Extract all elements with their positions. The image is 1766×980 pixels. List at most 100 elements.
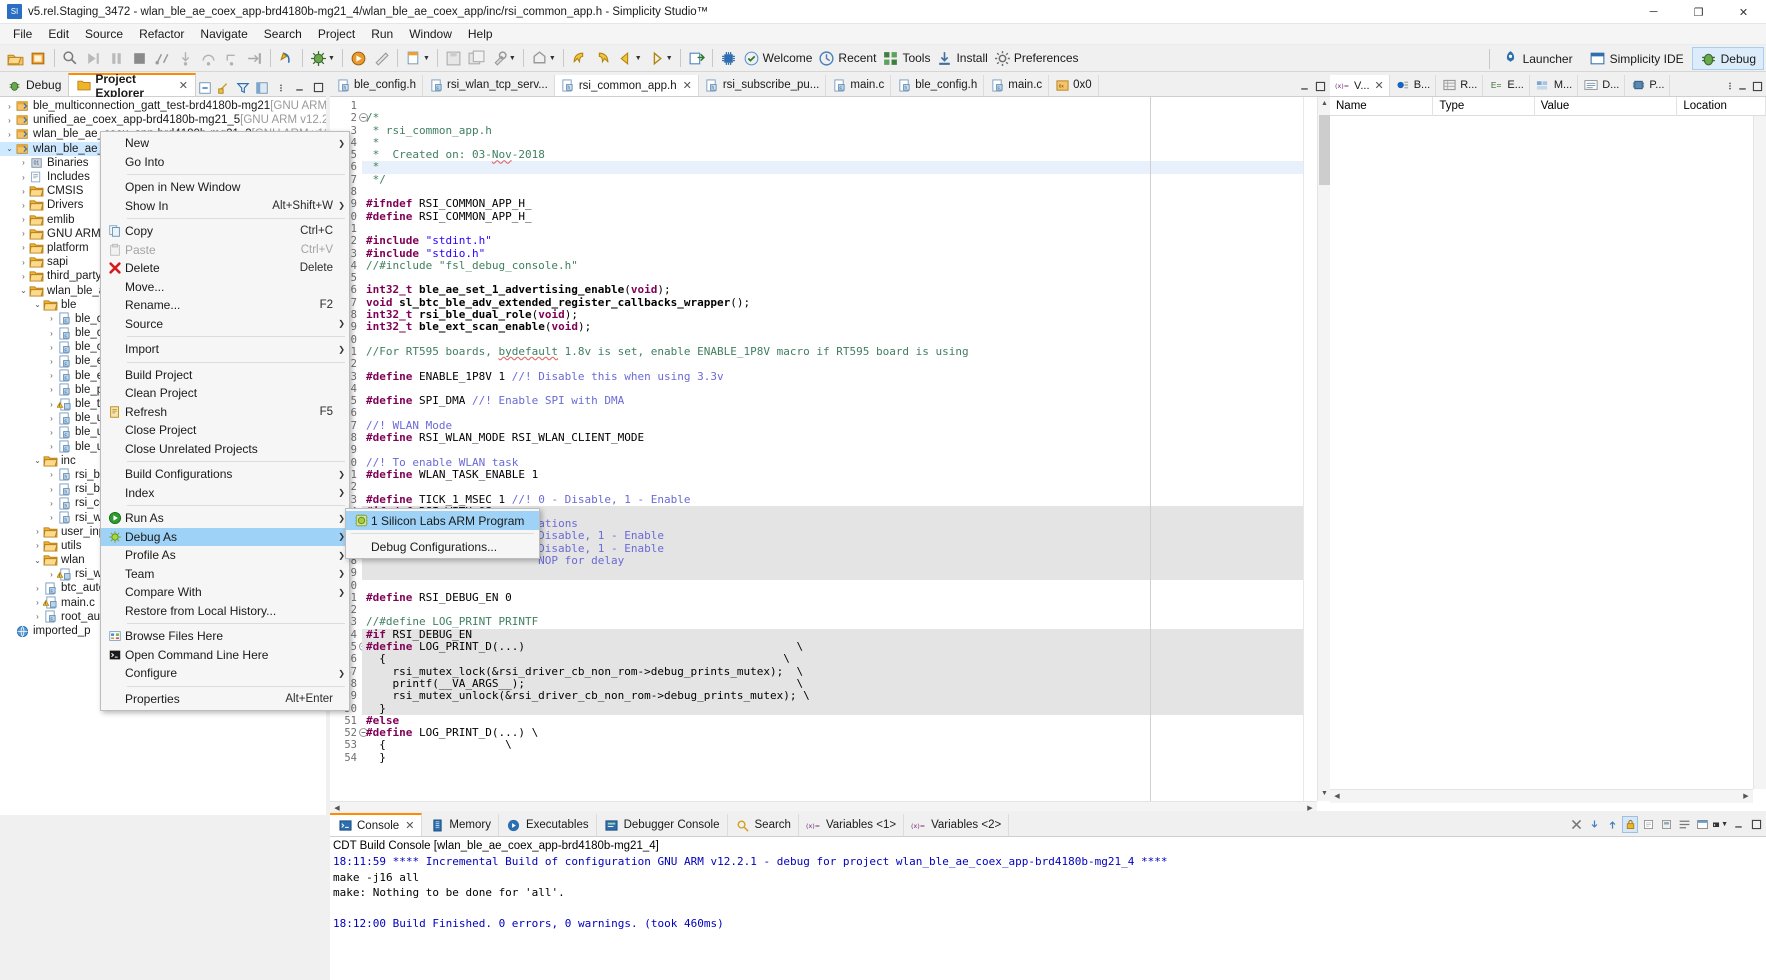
run-last-tool-icon[interactable] — [275, 46, 298, 70]
install-button[interactable]: Install — [933, 46, 990, 70]
chevron-right-icon[interactable]: › — [4, 116, 15, 125]
code-line[interactable]: * — [362, 161, 1330, 173]
code-line[interactable]: #define ENABLE_1P8V 1 //! Disable this w… — [362, 371, 1330, 383]
chevron-down-icon[interactable]: ▼ — [423, 55, 430, 62]
chevron-down-icon[interactable]: ⌄ — [4, 144, 15, 153]
chevron-right-icon[interactable]: › — [4, 102, 15, 111]
chevron-down-icon[interactable]: ⌄ — [32, 556, 43, 565]
project-context-menu[interactable]: New❯Go IntoOpen in New WindowShow InAlt+… — [100, 131, 350, 711]
chevron-right-icon[interactable]: › — [46, 400, 57, 409]
chevron-right-icon[interactable]: › — [18, 187, 29, 196]
console-tab-debugger-console[interactable]: Debugger Console — [597, 814, 728, 836]
scroll-left-arrow[interactable]: ◀ — [1330, 790, 1344, 804]
preferences-button[interactable]: Preferences — [991, 46, 1082, 70]
display-selected-console-icon[interactable] — [1676, 816, 1692, 833]
code-line[interactable]: #define WLAN_TASK_ENABLE 1 — [362, 469, 1330, 481]
context-menu-item-compare-with[interactable]: Compare With❯ — [101, 583, 349, 602]
context-menu-item-show-in[interactable]: Show InAlt+Shift+W❯ — [101, 197, 349, 216]
menu-navigate[interactable]: Navigate — [192, 25, 255, 43]
maximize-button[interactable]: ❐ — [1676, 0, 1721, 24]
editor-tab-ble-config-h[interactable]: hble_config.h — [330, 75, 423, 96]
new-console-view-icon[interactable] — [1694, 816, 1710, 833]
scroll-up-icon[interactable] — [1604, 816, 1620, 833]
code-line[interactable]: #define TICK_1_MSEC 1 //! 0 - Disable, 1… — [362, 494, 1330, 506]
maximize-view-icon[interactable] — [1748, 816, 1764, 833]
variables-column-type[interactable]: Type — [1433, 97, 1534, 116]
step-into-icon[interactable] — [174, 46, 197, 70]
editor-tab-main-c[interactable]: cmain.c — [826, 75, 891, 96]
code-line[interactable]: { \ — [362, 653, 1330, 665]
maximize-view-icon[interactable] — [310, 79, 327, 96]
chevron-right-icon[interactable]: › — [46, 385, 57, 394]
menu-source[interactable]: Source — [77, 25, 131, 43]
menu-search[interactable]: Search — [256, 25, 310, 43]
pin-console-icon[interactable] — [1658, 816, 1674, 833]
chevron-right-icon[interactable]: › — [46, 570, 57, 579]
code-line[interactable]: } — [362, 703, 1330, 715]
navigate-forward-icon[interactable]: ▼ — [645, 46, 676, 70]
console-tab-search[interactable]: Search — [728, 814, 799, 836]
new-wizard-button[interactable] — [4, 46, 27, 70]
chevron-down-icon[interactable]: ▼ — [549, 55, 556, 62]
variables-column-value[interactable]: Value — [1535, 97, 1678, 116]
variables-tab-5[interactable]: D... — [1578, 75, 1625, 96]
editor-tab-0x0[interactable]: 0x0x0 — [1049, 75, 1099, 96]
variables-tab-6[interactable]: P... — [1625, 75, 1670, 96]
code-line[interactable]: #define RSI_COMMON_APP_H_ — [362, 211, 1330, 223]
chevron-right-icon[interactable]: › — [18, 258, 29, 267]
chevron-right-icon[interactable]: › — [32, 598, 43, 607]
submenu-item-1-silicon-labs-arm-program[interactable]: 1 Silicon Labs ARM Program — [346, 511, 539, 530]
recent-button[interactable]: Recent — [815, 46, 879, 70]
chevron-right-icon[interactable]: › — [18, 158, 29, 167]
context-menu-item-go-into[interactable]: Go Into — [101, 153, 349, 172]
maximize-view-icon[interactable] — [1751, 80, 1764, 96]
chevron-right-icon[interactable]: › — [46, 329, 57, 338]
variables-tab-4[interactable]: M... — [1530, 75, 1578, 96]
menu-help[interactable]: Help — [460, 25, 501, 43]
disconnect-icon[interactable] — [151, 46, 174, 70]
chevron-down-icon[interactable]: ▼ — [666, 55, 673, 62]
context-menu-item-configure[interactable]: Configure❯ — [101, 664, 349, 683]
chip-config-icon[interactable] — [717, 46, 740, 70]
editor-tab-rsi-common-app-h[interactable]: hrsi_common_app.h✕ — [555, 75, 699, 96]
minimize-view-icon[interactable] — [291, 79, 308, 96]
chevron-right-icon[interactable]: › — [46, 428, 57, 437]
open-console-icon[interactable]: ▼ — [1712, 816, 1728, 833]
variables-column-name[interactable]: Name — [1330, 97, 1433, 116]
chevron-right-icon[interactable]: › — [32, 584, 43, 593]
navigate-back-icon[interactable]: ▼ — [614, 46, 645, 70]
step-over-icon[interactable] — [197, 46, 220, 70]
context-menu-item-build-configurations[interactable]: Build Configurations❯ — [101, 465, 349, 484]
context-menu-item-refresh[interactable]: RefreshF5 — [101, 403, 349, 422]
step-return-icon[interactable] — [220, 46, 243, 70]
variables-vertical-scrollbar[interactable] — [1753, 116, 1766, 789]
scroll-thumb[interactable] — [1319, 115, 1330, 185]
context-menu-item-close-unrelated-projects[interactable]: Close Unrelated Projects — [101, 440, 349, 459]
close-icon[interactable]: ✕ — [405, 819, 414, 832]
terminate-icon[interactable] — [128, 46, 151, 70]
filter-icon[interactable] — [234, 79, 251, 96]
variables-table-body[interactable] — [1330, 116, 1766, 789]
chevron-right-icon[interactable]: › — [18, 229, 29, 238]
editor-tab-ble-config-h[interactable]: hble_config.h — [891, 75, 984, 96]
context-menu-item-open-in-new-window[interactable]: Open in New Window — [101, 178, 349, 197]
variables-column-location[interactable]: Location — [1677, 97, 1766, 116]
build-target-icon[interactable]: ▼ — [528, 46, 559, 70]
variables-tab-2[interactable]: R... — [1436, 75, 1483, 96]
debug-search-icon[interactable] — [59, 46, 82, 70]
export-icon[interactable] — [685, 46, 708, 70]
code-editor[interactable]: 12−3456789101112131415161718192021222324… — [330, 97, 1330, 815]
save-icon[interactable] — [442, 46, 465, 70]
context-menu-item-delete[interactable]: DeleteDelete — [101, 259, 349, 278]
chevron-down-icon[interactable]: ⌄ — [32, 456, 43, 465]
perspective-icon[interactable] — [253, 79, 270, 96]
debug-button[interactable]: ▼ — [307, 46, 338, 70]
context-menu-item-browse-files-here[interactable]: Browse Files Here — [101, 627, 349, 646]
console-tab-variables-1-[interactable]: (x)=Variables <1> — [799, 814, 904, 836]
code-line[interactable]: * rsi_common_app.h — [362, 125, 1330, 137]
scroll-down-icon[interactable] — [1586, 816, 1602, 833]
instruction-stepping-icon[interactable] — [243, 46, 266, 70]
close-icon[interactable]: ✕ — [683, 79, 692, 92]
code-line[interactable]: /* — [362, 112, 1330, 124]
menu-refactor[interactable]: Refactor — [131, 25, 192, 43]
